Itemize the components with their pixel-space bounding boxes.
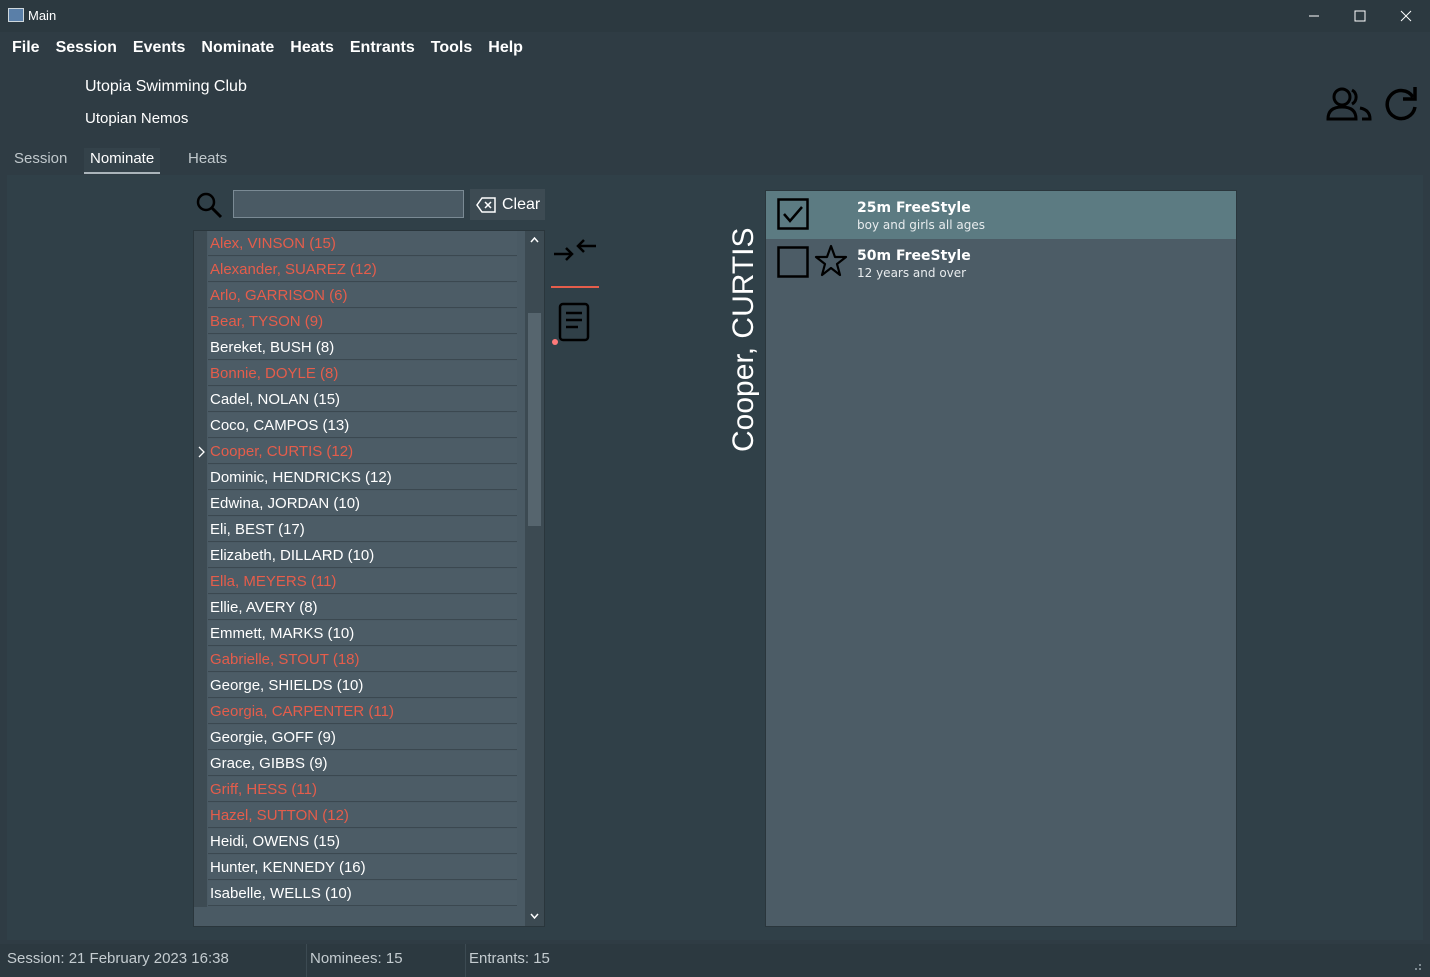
selected-swimmer-label: Cooper, CURTIS <box>727 227 760 452</box>
clear-label: Clear <box>502 195 541 213</box>
checked-checkbox-icon[interactable] <box>777 198 809 230</box>
minimize-icon <box>1309 15 1319 17</box>
window-title: Main <box>28 8 57 23</box>
event-subtitle: 12 years and over <box>857 266 967 280</box>
club-name: Utopia Swimming Club <box>85 78 247 95</box>
app-icon <box>8 8 24 22</box>
tab-nominate[interactable]: Nominate <box>84 148 161 174</box>
list-item[interactable]: Grace, GIBBS (9) <box>208 751 517 776</box>
close-button[interactable] <box>1383 0 1429 32</box>
scroll-down-icon[interactable] <box>525 909 544 923</box>
events-panel: 25m FreeStyle boy and girls all ages 50m… <box>765 190 1237 927</box>
refresh-icon[interactable] <box>1382 84 1420 122</box>
menu-entrants[interactable]: Entrants <box>342 36 423 62</box>
maximize-icon <box>1354 10 1366 22</box>
tab-session[interactable]: Session <box>8 148 73 174</box>
team-name: Utopian Nemos <box>85 110 189 127</box>
list-item[interactable]: Cooper, CURTIS (12) <box>208 439 517 464</box>
list-item[interactable]: Gabrielle, STOUT (18) <box>208 647 517 672</box>
scroll-up-icon[interactable] <box>525 233 544 247</box>
tab-heats[interactable]: Heats <box>182 148 233 174</box>
list-item[interactable]: Griff, HESS (11) <box>208 777 517 802</box>
list-item[interactable]: Eli, BEST (17) <box>208 517 517 542</box>
scroll-thumb[interactable] <box>528 313 541 526</box>
list-item[interactable]: Alex, VINSON (15) <box>208 231 517 256</box>
menu-help[interactable]: Help <box>480 36 531 62</box>
list-item[interactable]: Isabelle, WELLS (10) <box>208 881 517 906</box>
event-title: 50m FreeStyle <box>857 248 971 264</box>
menu-tools[interactable]: Tools <box>423 36 480 62</box>
event-row[interactable]: 50m FreeStyle 12 years and over <box>766 239 1236 287</box>
status-session: Session: 21 February 2023 16:38 <box>7 950 229 967</box>
status-entrants: Entrants: 15 <box>469 950 550 967</box>
search-icon <box>196 192 223 219</box>
report-icon[interactable] <box>552 300 598 346</box>
search-input[interactable] <box>233 190 464 218</box>
minimize-button[interactable] <box>1291 0 1337 32</box>
list-item[interactable]: Ellie, AVERY (8) <box>208 595 517 620</box>
list-item[interactable]: Bonnie, DOYLE (8) <box>208 361 517 386</box>
list-item[interactable]: Heidi, OWENS (15) <box>208 829 517 854</box>
list-item[interactable]: Coco, CAMPOS (13) <box>208 413 517 438</box>
list-item[interactable]: Georgie, GOFF (9) <box>208 725 517 750</box>
list-item[interactable]: Edwina, JORDAN (10) <box>208 491 517 516</box>
status-separator <box>465 944 466 977</box>
list-item[interactable]: Cadel, NOLAN (15) <box>208 387 517 412</box>
event-row[interactable]: 25m FreeStyle boy and girls all ages <box>766 191 1236 239</box>
list-item[interactable]: Ella, MEYERS (11) <box>208 569 517 594</box>
status-bar: Session: 21 February 2023 16:38 Nominees… <box>0 944 1430 977</box>
clear-icon <box>476 196 496 213</box>
menu-heats[interactable]: Heats <box>282 36 342 62</box>
current-row-chevron-icon <box>198 446 205 458</box>
list-item[interactable]: Bear, TYSON (9) <box>208 309 517 334</box>
list-item[interactable]: Elizabeth, DILLARD (10) <box>208 543 517 568</box>
swimmer-list[interactable]: Alex, VINSON (15) Alexander, SUAREZ (12) A… <box>193 230 545 927</box>
menu-bar: File Session Events Nominate Heats Entra… <box>0 36 531 62</box>
title-bar <box>0 0 1430 32</box>
maximize-button[interactable] <box>1337 0 1383 32</box>
clear-button[interactable]: Clear <box>470 189 545 220</box>
status-separator <box>306 944 307 977</box>
list-item[interactable]: George, SHIELDS (10) <box>208 673 517 698</box>
list-item[interactable]: Alexander, SUAREZ (12) <box>208 257 517 282</box>
star-icon[interactable] <box>814 244 848 278</box>
close-icon <box>1400 10 1412 22</box>
event-title: 25m FreeStyle <box>857 200 971 216</box>
list-item[interactable]: Hazel, SUTTON (12) <box>208 803 517 828</box>
menu-nominate[interactable]: Nominate <box>193 36 282 62</box>
list-item[interactable]: Emmett, MARKS (10) <box>208 621 517 646</box>
collapse-arrows-icon[interactable] <box>552 230 598 270</box>
menu-session[interactable]: Session <box>48 36 125 62</box>
row-header-gutter <box>194 231 207 907</box>
menu-file[interactable]: File <box>0 36 48 62</box>
unchecked-checkbox-icon[interactable] <box>777 246 809 278</box>
event-subtitle: boy and girls all ages <box>857 218 985 232</box>
list-item[interactable]: Hunter, KENNEDY (16) <box>208 855 517 880</box>
selected-swimmer-name: Cooper, CURTIS <box>727 227 761 458</box>
resize-grip-icon[interactable] <box>1410 959 1422 971</box>
list-item[interactable]: Bereket, BUSH (8) <box>208 335 517 360</box>
list-item[interactable]: Arlo, GARRISON (6) <box>208 283 517 308</box>
divider <box>551 286 599 288</box>
menu-events[interactable]: Events <box>125 36 193 62</box>
status-nominees: Nominees: 15 <box>310 950 403 967</box>
users-icon[interactable] <box>1326 84 1372 122</box>
list-item[interactable]: Dominic, HENDRICKS (12) <box>208 465 517 490</box>
list-item[interactable]: Georgia, CARPENTER (11) <box>208 699 517 724</box>
